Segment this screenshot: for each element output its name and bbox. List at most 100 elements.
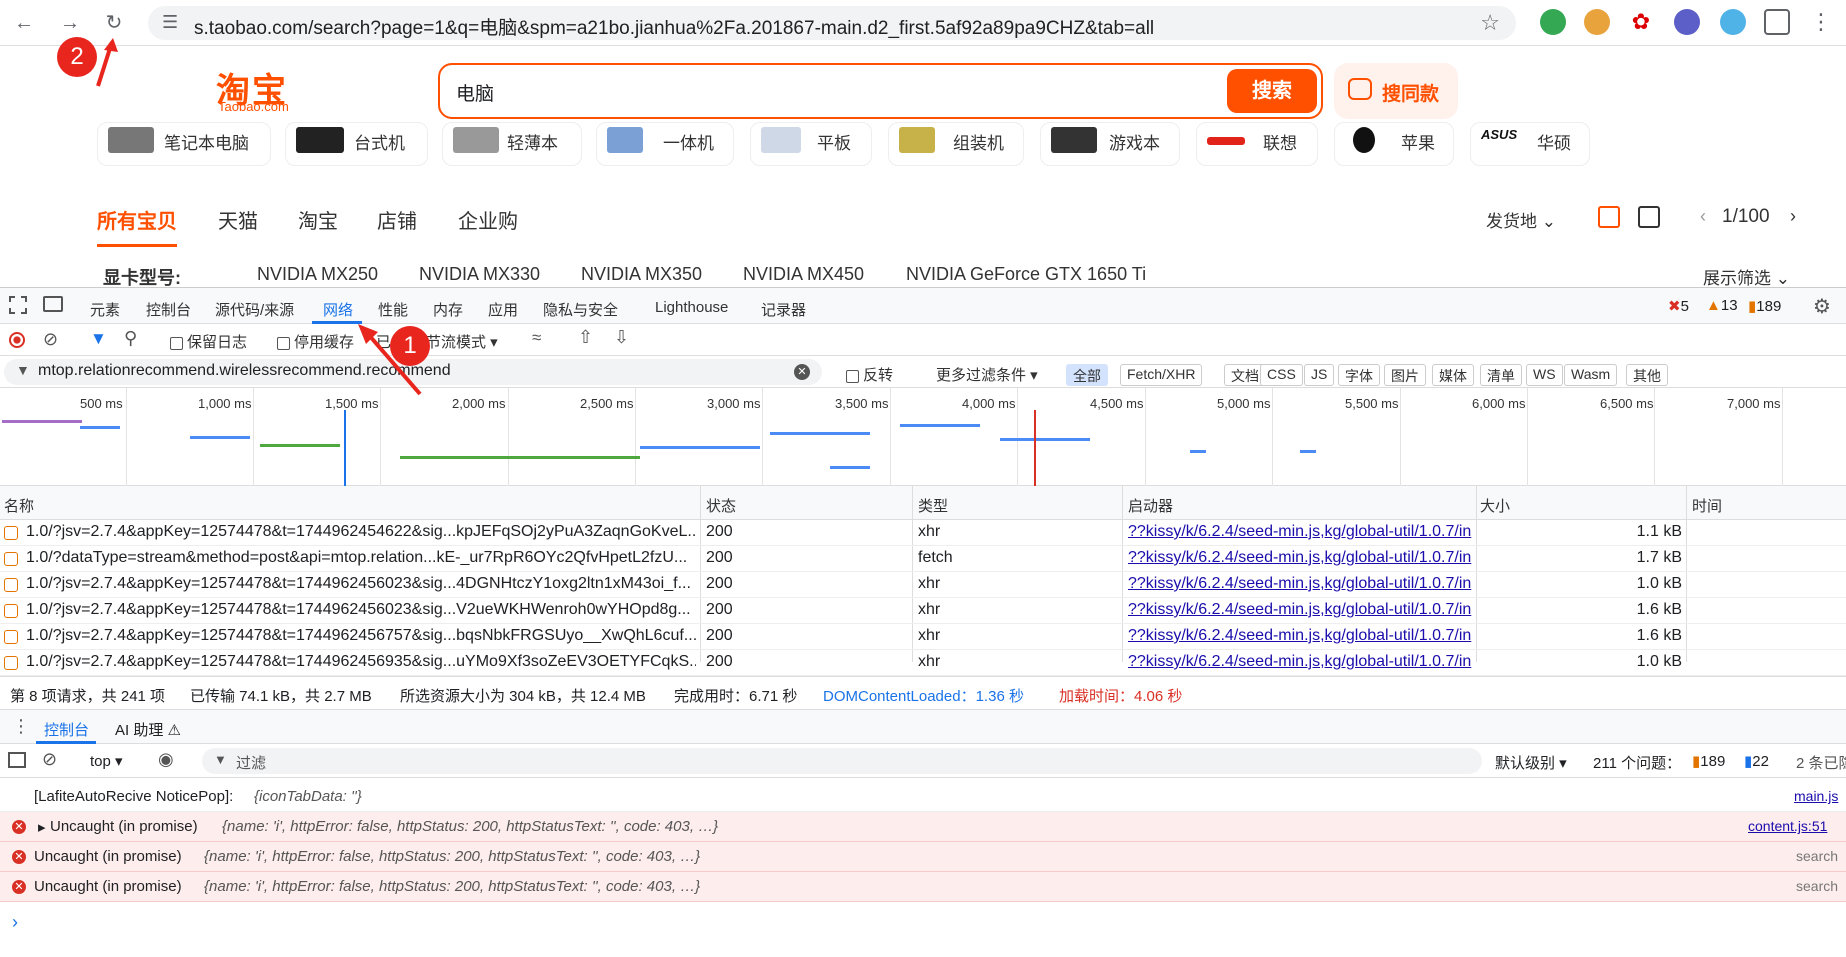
settings-gear-icon[interactable]: ⚙	[1813, 294, 1831, 319]
filter-option[interactable]: NVIDIA MX450	[743, 264, 864, 285]
console-source-link[interactable]: main.js	[1794, 788, 1838, 804]
log-levels-dropdown[interactable]: 默认级别 ▾	[1495, 752, 1567, 773]
console-filter-input[interactable]: ▼ 过滤	[202, 748, 1482, 774]
drawer-menu-icon[interactable]: ⋮	[12, 716, 30, 737]
filter-option[interactable]: NVIDIA MX350	[581, 264, 702, 285]
tab-console[interactable]: 控制台	[146, 299, 191, 320]
issues-badge-a[interactable]: ▮189	[1692, 752, 1725, 770]
table-row[interactable]: 1.0/?jsv=2.7.4&appKey=12574478&t=1744962…	[0, 520, 1846, 546]
request-initiator[interactable]: ??kissy/k/6.2.4/seed-min.js,kg/global-ut…	[1128, 523, 1474, 541]
tab-taobao[interactable]: 淘宝	[298, 205, 338, 234]
chip-js[interactable]: JS	[1304, 364, 1335, 386]
chip-other[interactable]: 其他	[1626, 364, 1668, 386]
request-initiator[interactable]: ??kissy/k/6.2.4/seed-min.js,kg/global-ut…	[1128, 549, 1474, 567]
chip-img[interactable]: 图片	[1384, 364, 1426, 386]
column-size[interactable]: 大小	[1480, 495, 1510, 516]
category-chip[interactable]: 笔记本电脑	[97, 122, 271, 166]
tab-sources[interactable]: 源代码/来源	[215, 299, 294, 320]
extension-icon[interactable]	[1584, 9, 1610, 35]
request-initiator[interactable]: ??kissy/k/6.2.4/seed-min.js,kg/global-ut…	[1128, 601, 1474, 619]
error-count[interactable]: ✖5	[1668, 297, 1689, 315]
category-chip[interactable]: ASUS 华硕	[1470, 122, 1590, 166]
console-error[interactable]: ✕ Uncaught (in promise) {name: 'i', http…	[0, 842, 1846, 872]
device-toggle-icon[interactable]	[43, 296, 63, 312]
tab-elements[interactable]: 元素	[90, 299, 120, 320]
chip-font[interactable]: 字体	[1338, 364, 1380, 386]
invert-checkbox[interactable]: 反转	[846, 364, 893, 385]
chip-media[interactable]: 媒体	[1432, 364, 1474, 386]
chip-all[interactable]: 全部	[1066, 364, 1108, 386]
address-bar[interactable]: ☰ s.taobao.com/search?page=1&q=电脑&spm=a2…	[148, 6, 1516, 40]
shield-extension-icon[interactable]	[1540, 9, 1566, 35]
tab-tmall[interactable]: 天猫	[218, 205, 258, 234]
prev-page-icon[interactable]: ‹	[1700, 206, 1706, 227]
search-input[interactable]: 电脑	[456, 79, 494, 106]
console-message-detail[interactable]: {iconTabData: ''}	[254, 788, 362, 805]
reload-icon[interactable]: ↻	[100, 9, 128, 37]
tab-recorder[interactable]: 记录器	[761, 299, 806, 320]
tab-network[interactable]: 网络	[323, 299, 353, 320]
extension-globe-icon[interactable]	[1720, 9, 1746, 35]
tab-enterprise[interactable]: 企业购	[458, 205, 518, 234]
console-message-detail[interactable]: {name: 'i', httpError: false, httpStatus…	[222, 818, 718, 835]
export-har-icon[interactable]: ⇩	[614, 327, 629, 348]
import-har-icon[interactable]: ⇧	[578, 327, 593, 348]
filter-option[interactable]: NVIDIA GeForce GTX 1650 Ti	[906, 264, 1146, 285]
chip-wasm[interactable]: Wasm	[1564, 364, 1618, 386]
context-selector[interactable]: top ▾	[90, 752, 123, 770]
maple-leaf-icon[interactable]: ✿	[1628, 9, 1654, 35]
console-message-detail[interactable]: {name: 'i', httpError: false, httpStatus…	[204, 848, 700, 865]
ship-from-dropdown[interactable]: 发货地 ⌄	[1486, 207, 1556, 232]
table-row[interactable]: 1.0/?jsv=2.7.4&appKey=12574478&t=1744962…	[0, 650, 1846, 676]
arrow-right-icon[interactable]: →	[56, 9, 84, 37]
tab-application[interactable]: 应用	[488, 299, 518, 320]
search-button[interactable]: 搜索	[1227, 69, 1317, 113]
tab-privacy[interactable]: 隐私与安全	[543, 299, 618, 320]
search-same-button[interactable]: 搜同款	[1334, 63, 1458, 119]
warning-count[interactable]: ▲13	[1706, 297, 1738, 314]
issue-count[interactable]: ▮189	[1748, 297, 1781, 315]
grid-view-icon[interactable]	[1598, 206, 1620, 228]
column-type[interactable]: 类型	[918, 495, 948, 516]
column-status[interactable]: 状态	[706, 495, 736, 516]
puzzle-icon[interactable]	[1764, 9, 1790, 35]
site-info-icon[interactable]: ☰	[162, 12, 178, 33]
table-row[interactable]: 1.0/?jsv=2.7.4&appKey=12574478&t=1744962…	[0, 624, 1846, 650]
category-chip[interactable]: 联想	[1196, 122, 1318, 166]
record-icon[interactable]	[9, 332, 25, 348]
filter-option[interactable]: NVIDIA MX250	[257, 264, 378, 285]
console-prompt[interactable]: ›	[0, 908, 1846, 938]
category-chip[interactable]: 游戏本	[1040, 122, 1180, 166]
search-icon[interactable]: ⚲	[124, 328, 137, 349]
console-error[interactable]: ✕ Uncaught (in promise) {name: 'i', http…	[0, 872, 1846, 902]
column-time[interactable]: 时间	[1692, 495, 1722, 516]
chip-ws[interactable]: WS	[1526, 364, 1563, 386]
search-box[interactable]: 电脑 搜索	[438, 63, 1323, 119]
console-message-detail[interactable]: {name: 'i', httpError: false, httpStatus…	[204, 878, 700, 895]
filter-icon[interactable]: ▼	[90, 329, 107, 349]
more-filters-dropdown[interactable]: 更多过滤条件 ▾	[936, 364, 1038, 385]
console-source-link[interactable]: search	[1796, 848, 1838, 864]
category-chip[interactable]: 台式机	[285, 122, 428, 166]
request-initiator[interactable]: ??kissy/k/6.2.4/seed-min.js,kg/global-ut…	[1128, 627, 1474, 645]
category-chip[interactable]: 轻薄本	[442, 122, 582, 166]
column-name[interactable]: 名称	[4, 495, 34, 516]
tab-memory[interactable]: 内存	[433, 299, 463, 320]
clear-console-icon[interactable]: ⊘	[42, 749, 57, 770]
next-page-icon[interactable]: ›	[1790, 206, 1796, 227]
table-row[interactable]: 1.0/?jsv=2.7.4&appKey=12574478&t=1744962…	[0, 598, 1846, 624]
request-initiator[interactable]: ??kissy/k/6.2.4/seed-min.js,kg/global-ut…	[1128, 575, 1474, 593]
expand-arrow-icon[interactable]: ▸	[38, 818, 46, 836]
filter-option[interactable]: NVIDIA MX330	[419, 264, 540, 285]
request-initiator[interactable]: ??kissy/k/6.2.4/seed-min.js,kg/global-ut…	[1128, 653, 1474, 671]
star-icon[interactable]: ☆	[1480, 10, 1500, 36]
tab-lighthouse[interactable]: Lighthouse	[655, 299, 728, 316]
arrow-left-icon[interactable]: ←	[10, 9, 38, 37]
network-conditions-icon[interactable]: ≈	[532, 328, 541, 348]
disable-cache-checkbox[interactable]: 停用缓存	[277, 331, 354, 352]
category-chip[interactable]: 苹果	[1334, 122, 1454, 166]
category-chip[interactable]: 组装机	[888, 122, 1024, 166]
network-overview-timeline[interactable]: 500 ms 1,000 ms 1,500 ms 2,000 ms 2,500 …	[0, 388, 1846, 486]
table-row[interactable]: 1.0/?jsv=2.7.4&appKey=12574478&t=1744962…	[0, 572, 1846, 598]
inspect-icon[interactable]	[9, 296, 27, 314]
